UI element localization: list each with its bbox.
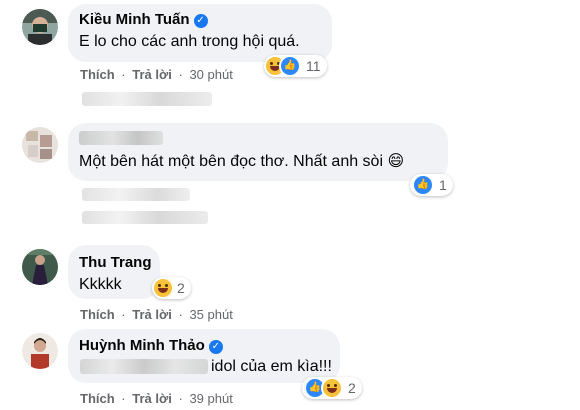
reaction-summary[interactable]: 👍 2 <box>302 377 362 399</box>
reaction-count: 11 <box>306 58 321 74</box>
separator-dot: · <box>178 67 183 82</box>
blurred-reply-preview <box>82 211 208 224</box>
verified-badge-icon: ✓ <box>193 14 208 28</box>
like-reaction-icon: 👍 <box>412 174 434 196</box>
comment-actions: Thích · Trả lời · 30 phút <box>80 67 233 82</box>
comment-text: Một bên hát một bên đọc thơ. Nhất anh sò… <box>79 153 405 170</box>
comment-text: Kkkkk <box>79 276 122 293</box>
avatar-blurred-user[interactable] <box>22 127 58 163</box>
verified-badge-icon: ✓ <box>208 340 223 354</box>
blurred-actions-row <box>82 188 190 201</box>
comment-time[interactable]: 39 phút <box>189 391 232 406</box>
author-name-text[interactable]: Kiều Minh Tuấn <box>79 11 190 28</box>
separator-dot: · <box>121 307 126 322</box>
reaction-summary[interactable]: 👍 11 <box>264 55 327 77</box>
avatar-thu-trang[interactable] <box>22 249 58 285</box>
like-link[interactable]: Thích <box>80 307 115 322</box>
reaction-count: 1 <box>439 177 447 193</box>
separator-dot: · <box>121 391 126 406</box>
comment-author-name[interactable]: Kiều Minh Tuấn ✓ <box>79 11 208 28</box>
comment-author-name[interactable]: Thu Trang <box>79 254 152 271</box>
reaction-summary[interactable]: 👍 1 <box>410 174 453 196</box>
blurred-mention <box>80 359 208 374</box>
haha-reaction-icon <box>154 279 172 297</box>
like-link[interactable]: Thích <box>80 67 115 82</box>
haha-reaction-icon <box>321 377 343 399</box>
separator-dot: · <box>178 307 183 322</box>
comment-author-name[interactable]: Huỳnh Minh Thảo ✓ <box>79 337 223 354</box>
comment-text: idol của em kìa!!! <box>211 358 332 375</box>
separator-dot: · <box>178 391 183 406</box>
reply-link[interactable]: Trả lời <box>132 67 172 82</box>
comment-actions: Thích · Trả lời · 35 phút <box>80 307 233 322</box>
comment-time[interactable]: 30 phút <box>189 67 232 82</box>
avatar-huynh-minh-thao[interactable] <box>22 333 58 369</box>
author-name-text[interactable]: Huỳnh Minh Thảo <box>79 337 205 354</box>
blurred-reply-preview <box>82 92 212 106</box>
avatar-kieu-minh-tuan[interactable] <box>22 9 58 45</box>
reaction-count: 2 <box>348 380 356 396</box>
reaction-count: 2 <box>177 280 185 296</box>
like-link[interactable]: Thích <box>80 391 115 406</box>
reaction-summary[interactable]: 2 <box>152 277 191 299</box>
comment-actions: Thích · Trả lời · 39 phút <box>80 391 233 406</box>
separator-dot: · <box>121 67 126 82</box>
comment-time[interactable]: 35 phút <box>189 307 232 322</box>
reply-link[interactable]: Trả lời <box>132 307 172 322</box>
reply-link[interactable]: Trả lời <box>132 391 172 406</box>
blurred-author-name[interactable] <box>79 131 163 145</box>
comment-text: E lo cho các anh trong hội quá. <box>79 33 300 50</box>
like-reaction-icon: 👍 <box>279 55 301 77</box>
